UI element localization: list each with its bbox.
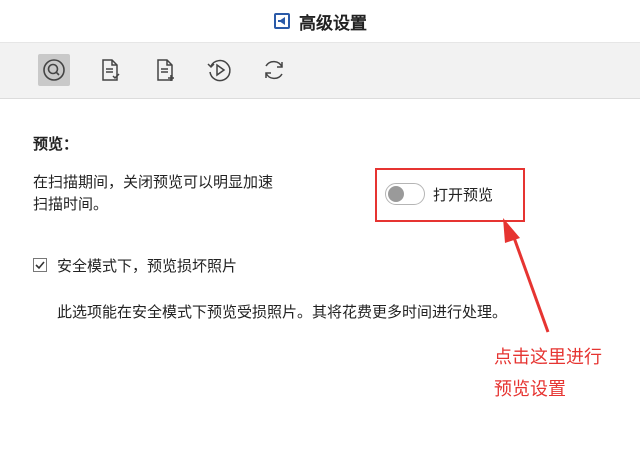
preview-toggle[interactable] [385, 183, 425, 205]
app-logo-icon [274, 13, 290, 29]
file-check-tab[interactable] [94, 54, 126, 86]
preview-scan-icon [43, 59, 65, 81]
refresh-tab[interactable] [258, 54, 290, 86]
annotation-line2: 预览设置 [494, 379, 566, 400]
safe-mode-label: 安全模式下，预览损坏照片 [57, 256, 238, 275]
preview-description-line1: 在扫描期间，关闭预览可以明显加速 [33, 173, 274, 191]
refresh-icon [265, 60, 283, 80]
toggle-knob [388, 186, 404, 202]
annotation-line1: 点击这里进行 [494, 347, 602, 368]
file-add-icon [157, 59, 174, 81]
file-check-icon [102, 59, 120, 81]
toolbar [0, 43, 640, 99]
play-recover-tab[interactable] [203, 54, 235, 86]
window-title: 高级设置 [299, 13, 367, 34]
preview-scan-tab[interactable] [38, 54, 70, 86]
safe-mode-note: 此选项能在安全模式下预览受损照片。其将花费更多时间进行处理。 [57, 303, 508, 321]
preview-toggle-label: 打开预览 [433, 186, 494, 204]
preview-section-title: 预览： [33, 135, 79, 153]
checkmark-icon [35, 261, 45, 270]
preview-description-line2: 扫描时间。 [33, 195, 109, 213]
play-recover-icon [207, 59, 231, 82]
preview-description: 在扫描期间，关闭预览可以明显加速 扫描时间。 [33, 171, 343, 215]
safe-mode-checkbox[interactable] [33, 258, 47, 272]
title-bar: 高级设置 [0, 0, 640, 43]
annotation-text: 点击这里进行 预览设置 [494, 342, 602, 406]
safe-mode-option: 安全模式下，预览损坏照片 [33, 255, 237, 275]
file-add-tab[interactable] [149, 54, 181, 86]
